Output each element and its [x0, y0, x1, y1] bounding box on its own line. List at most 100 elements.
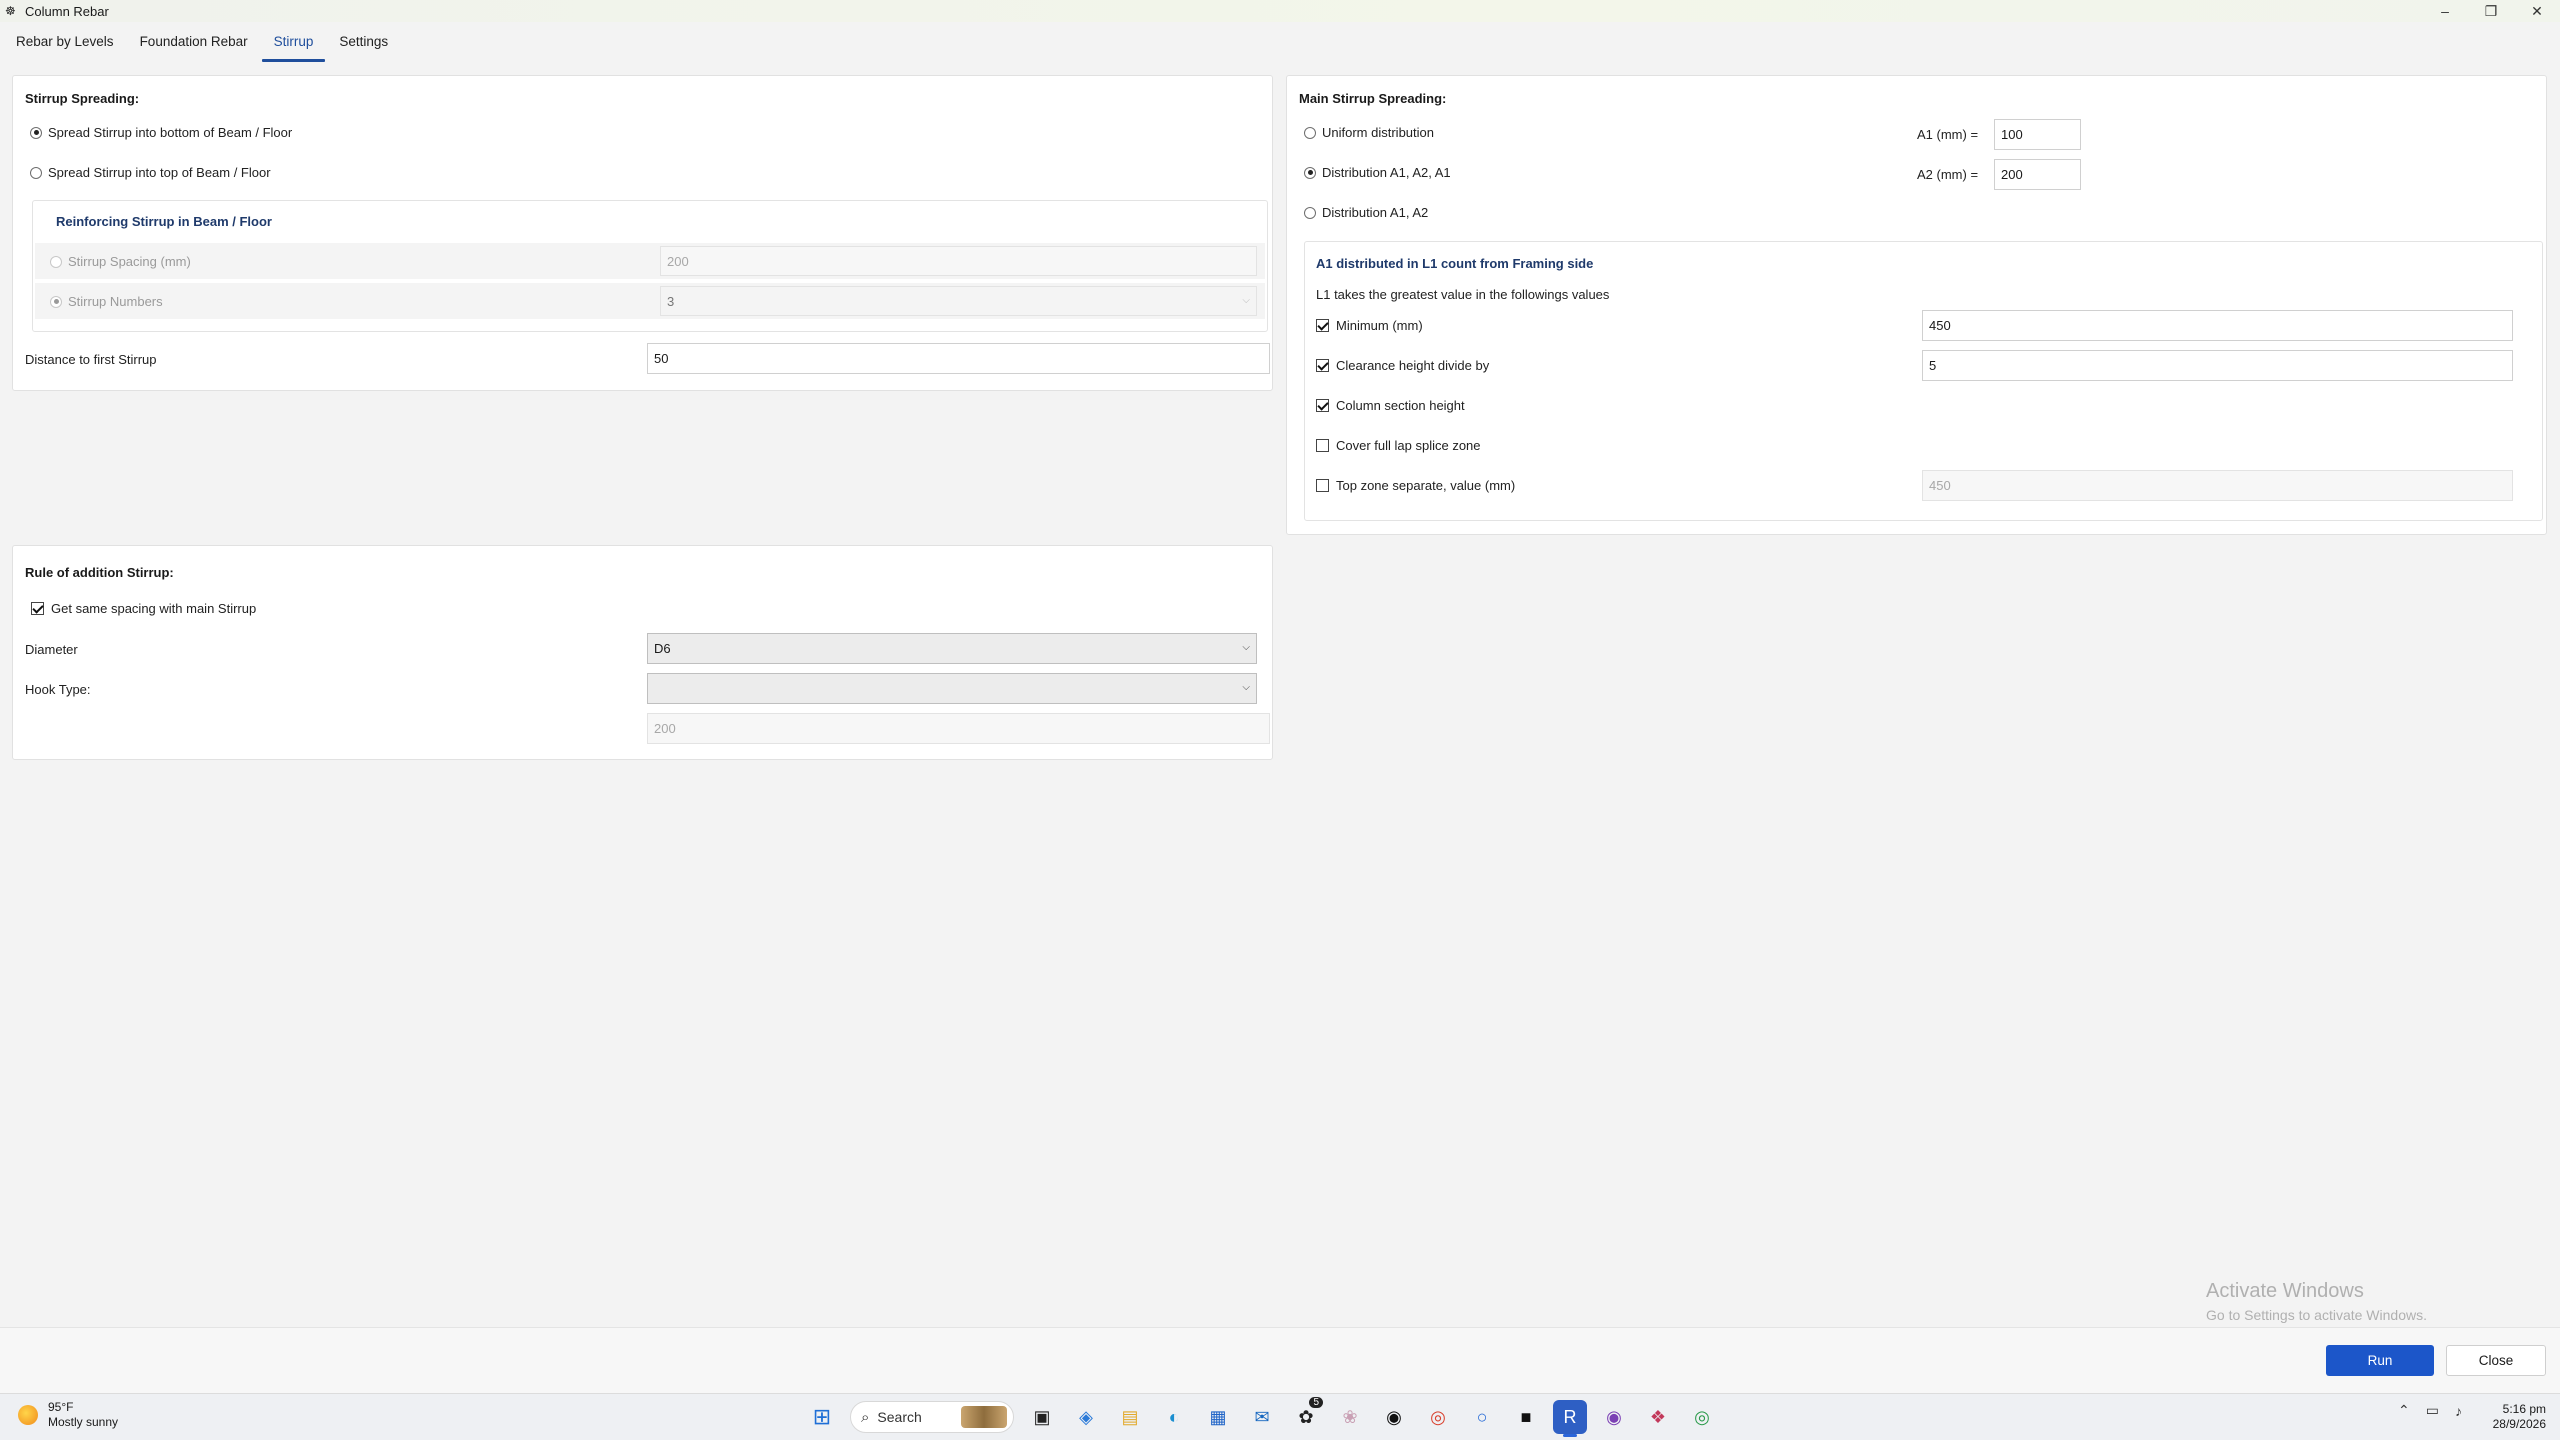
section-height-label: Column section height: [1336, 398, 1465, 413]
hook-type-select[interactable]: ⌵: [647, 673, 1257, 704]
close-icon[interactable]: ✕: [2514, 0, 2560, 22]
a2-label: A2 (mm) =: [1917, 167, 1979, 182]
section-height-checkbox[interactable]: [1316, 399, 1329, 412]
minimum-label: Minimum (mm): [1336, 318, 1423, 333]
tab-stirrup[interactable]: Stirrup: [261, 24, 326, 62]
distribution-a1a2a1-option[interactable]: Distribution A1, A2, A1: [1304, 165, 1451, 180]
distribution-a1a2-option[interactable]: Distribution A1, A2: [1304, 205, 1428, 220]
distance-first-stirrup-label: Distance to first Stirrup: [25, 352, 157, 367]
minimum-input[interactable]: 450: [1922, 310, 2513, 341]
a1-input[interactable]: 100: [1994, 119, 2081, 150]
github-icon[interactable]: ◉: [1377, 1400, 1411, 1434]
tab-foundation-rebar[interactable]: Foundation Rebar: [128, 24, 260, 62]
clearance-label: Clearance height divide by: [1336, 358, 1490, 373]
stirrup-spacing-radio[interactable]: [50, 255, 62, 268]
store-icon[interactable]: ▦: [1201, 1400, 1235, 1434]
task-view-icon[interactable]: ▣: [1025, 1400, 1059, 1434]
hook-type-label: Hook Type:: [25, 682, 91, 697]
l1-title: A1 distributed in L1 count from Framing …: [1316, 256, 1594, 271]
a1-label: A1 (mm) =: [1917, 127, 1979, 142]
spread-bottom-label: Spread Stirrup into bottom of Beam / Flo…: [48, 125, 293, 140]
section-height-option[interactable]: Column section height: [1316, 398, 1465, 413]
l1-subtitle: L1 takes the greatest value in the follo…: [1316, 287, 1610, 302]
clock-date: 28/9/2026: [2492, 1417, 2546, 1431]
close-button[interactable]: Close: [2446, 1345, 2546, 1376]
windows-start-icon[interactable]: ⊞: [805, 1400, 839, 1434]
tab-settings[interactable]: Settings: [327, 24, 400, 62]
weather-widget[interactable]: 95°F Mostly sunny: [18, 1400, 118, 1430]
clearance-checkbox[interactable]: [1316, 359, 1329, 372]
distribution-a1a2-radio[interactable]: [1304, 206, 1316, 219]
chevron-up-icon[interactable]: ⌃: [2398, 1402, 2410, 1419]
chevron-down-icon: ⌵: [1242, 642, 1250, 653]
spread-top-label: Spread Stirrup into top of Beam / Floor: [48, 165, 271, 180]
tor-browser-icon[interactable]: ◉: [1597, 1400, 1631, 1434]
chrome-icon[interactable]: ◎: [1421, 1400, 1455, 1434]
volume-icon[interactable]: ♪: [2455, 1403, 2462, 1419]
diameter-select[interactable]: D6 ⌵: [647, 633, 1257, 664]
clearance-input[interactable]: 5: [1922, 350, 2513, 381]
spread-top-option[interactable]: Spread Stirrup into top of Beam / Floor: [30, 165, 271, 180]
diameter-value: D6: [654, 641, 671, 656]
minimum-checkbox[interactable]: [1316, 319, 1329, 332]
minimum-option[interactable]: Minimum (mm): [1316, 318, 1423, 333]
top-zone-checkbox[interactable]: [1316, 479, 1329, 492]
notification-badge: 5: [1309, 1397, 1323, 1408]
distribution-a1a2a1-radio[interactable]: [1304, 166, 1316, 179]
distance-first-stirrup-input[interactable]: 50: [647, 343, 1270, 374]
window-title: Column Rebar: [25, 3, 109, 19]
uniform-distribution-label: Uniform distribution: [1322, 125, 1434, 140]
distribution-a1a2a1-label: Distribution A1, A2, A1: [1322, 165, 1451, 180]
network-icon[interactable]: ▭: [2426, 1402, 2439, 1419]
main-stirrup-title: Main Stirrup Spreading:: [1299, 91, 1447, 106]
zalo-icon[interactable]: ○: [1465, 1400, 1499, 1434]
lap-splice-option[interactable]: Cover full lap splice zone: [1316, 438, 1481, 453]
activate-windows-watermark: Activate Windows Go to Settings to activ…: [2206, 1280, 2427, 1323]
terminal-icon[interactable]: ■: [1509, 1400, 1543, 1434]
taskbar-apps: ⊞ ⌕ Search ▣ ◈ ▤ ◐ ▦ ✉ ✿ 5 ❀ ◉ ◎ ○ ■ R ◉ …: [800, 1397, 1724, 1437]
restore-icon[interactable]: ❐: [2468, 0, 2514, 22]
main-stirrup-panel: Main Stirrup Spreading: Uniform distribu…: [1286, 75, 2547, 535]
top-zone-input[interactable]: 450: [1922, 470, 2513, 501]
uniform-distribution-option[interactable]: Uniform distribution: [1304, 125, 1434, 140]
stirrup-spacing-option[interactable]: Stirrup Spacing (mm): [50, 254, 191, 269]
run-button[interactable]: Run: [2326, 1345, 2434, 1376]
stirrup-numbers-select[interactable]: 3 ⌵: [660, 286, 1257, 316]
stirrup-numbers-radio[interactable]: [50, 295, 62, 308]
weather-condition: Mostly sunny: [48, 1415, 119, 1429]
edge-browser-icon[interactable]: ◐: [1157, 1400, 1191, 1434]
app-gift-icon[interactable]: ❖: [1641, 1400, 1675, 1434]
stirrup-spacing-input[interactable]: 200: [660, 246, 1257, 276]
system-clock[interactable]: 5:16 pm 28/9/2026: [2490, 1402, 2546, 1432]
same-spacing-option[interactable]: Get same spacing with main Stirrup: [31, 601, 256, 616]
taskbar-search[interactable]: ⌕ Search: [850, 1401, 1014, 1433]
tab-bar: Rebar by Levels Foundation Rebar Stirrup…: [0, 24, 402, 64]
copilot-icon[interactable]: ◈: [1069, 1400, 1103, 1434]
spread-top-radio[interactable]: [30, 166, 42, 179]
weather-text: 95°F Mostly sunny: [48, 1400, 118, 1430]
chevron-down-icon: ⌵: [1242, 295, 1250, 306]
minimize-icon[interactable]: –: [2422, 0, 2468, 22]
addition-spacing-input[interactable]: 200: [647, 713, 1270, 744]
spread-bottom-option[interactable]: Spread Stirrup into bottom of Beam / Flo…: [30, 125, 292, 140]
stirrup-spreading-title: Stirrup Spreading:: [25, 91, 140, 106]
chrome-profile-icon[interactable]: ◎: [1685, 1400, 1719, 1434]
watermark-title: Activate Windows: [2206, 1280, 2364, 1302]
stirrup-numbers-option[interactable]: Stirrup Numbers: [50, 294, 163, 309]
uniform-distribution-radio[interactable]: [1304, 126, 1316, 139]
taskbar: 95°F Mostly sunny ⊞ ⌕ Search ▣ ◈ ▤ ◐ ▦ ✉…: [0, 1393, 2560, 1440]
reinforcing-stirrup-title: Reinforcing Stirrup in Beam / Floor: [56, 214, 272, 229]
tab-rebar-by-levels[interactable]: Rebar by Levels: [4, 24, 126, 62]
a2-input[interactable]: 200: [1994, 159, 2081, 190]
revit-icon[interactable]: R: [1553, 1400, 1587, 1437]
lap-splice-checkbox[interactable]: [1316, 439, 1329, 452]
clearance-option[interactable]: Clearance height divide by: [1316, 358, 1489, 373]
outlook-icon[interactable]: ✉: [1245, 1400, 1279, 1434]
same-spacing-checkbox[interactable]: [31, 602, 44, 615]
top-zone-option[interactable]: Top zone separate, value (mm): [1316, 478, 1515, 493]
file-explorer-icon[interactable]: ▤: [1113, 1400, 1147, 1434]
addition-rule-title: Rule of addition Stirrup:: [25, 565, 174, 580]
flower-app-icon[interactable]: ❀: [1333, 1400, 1367, 1434]
chatgpt-icon[interactable]: ✿ 5: [1289, 1397, 1323, 1434]
spread-bottom-radio[interactable]: [30, 126, 42, 139]
